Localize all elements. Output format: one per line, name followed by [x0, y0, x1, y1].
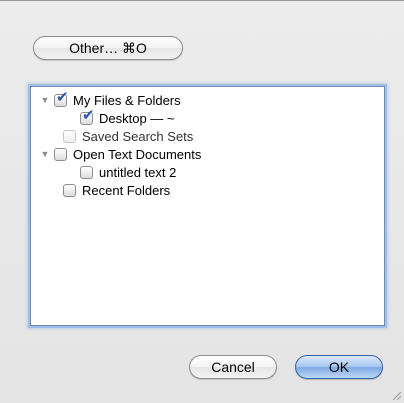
checkbox-open-text-documents[interactable]	[54, 147, 67, 161]
disclosure-triangle-icon[interactable]: ▼	[40, 95, 50, 105]
tree-row-recent-folders[interactable]: Recent Folders	[63, 181, 170, 199]
tree-row-label: Saved Search Sets	[82, 128, 194, 144]
checkmark-icon: ✔	[56, 88, 69, 106]
choose-sources-dialog: Other… ⌘O ▼ ✔ My Files & Folders ✔ Deskt…	[0, 0, 404, 403]
ok-button[interactable]: OK	[295, 355, 383, 379]
checkbox-untitled-text-2[interactable]	[80, 165, 93, 179]
tree-row-label: Recent Folders	[82, 182, 171, 198]
tree-row-open-text-documents[interactable]: ▼ Open Text Documents	[40, 145, 202, 163]
tree-row-saved-search-sets[interactable]: Saved Search Sets	[63, 127, 193, 145]
checkmark-icon: ✔	[82, 106, 95, 124]
tree-row-untitled-text-2[interactable]: untitled text 2	[80, 163, 176, 181]
checkbox-recent-folders[interactable]	[63, 183, 76, 197]
tree-row-label: Desktop — ~	[99, 110, 175, 126]
tree-row-label: untitled text 2	[99, 164, 177, 180]
checkbox-saved-search-sets[interactable]	[63, 129, 76, 143]
other-button[interactable]: Other… ⌘O	[33, 36, 183, 60]
tree-row-desktop[interactable]: ✔ Desktop — ~	[80, 108, 175, 127]
tree-row-label: My Files & Folders	[73, 92, 181, 108]
disclosure-triangle-icon[interactable]: ▼	[40, 149, 50, 159]
checkbox-my-files[interactable]: ✔	[54, 90, 69, 107]
cancel-button[interactable]: Cancel	[189, 355, 277, 379]
source-list[interactable]: ▼ ✔ My Files & Folders ✔ Desktop — ~ Sav…	[30, 86, 385, 326]
tree-row-my-files[interactable]: ▼ ✔ My Files & Folders	[40, 90, 181, 109]
resize-grip-icon[interactable]	[391, 390, 401, 400]
tree-row-label: Open Text Documents	[73, 146, 202, 162]
checkbox-desktop[interactable]: ✔	[80, 108, 95, 125]
